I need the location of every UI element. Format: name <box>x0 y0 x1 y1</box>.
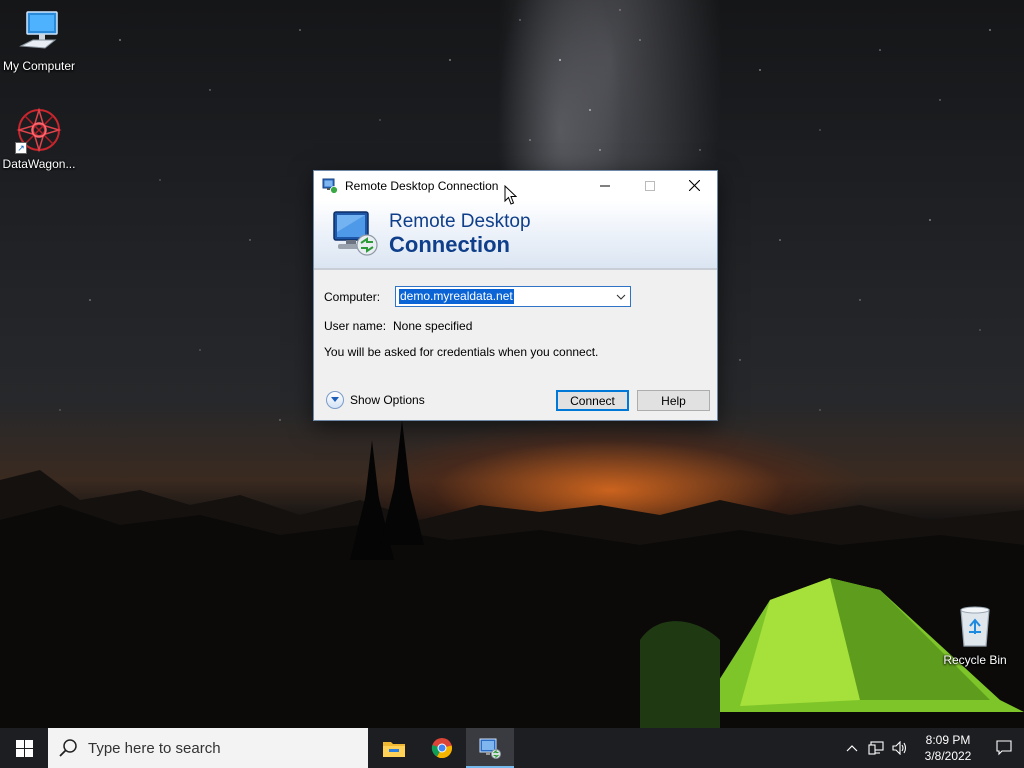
chevron-down-icon[interactable] <box>616 292 626 302</box>
remote-desktop-icon <box>322 178 338 194</box>
help-button[interactable]: Help <box>637 390 710 411</box>
mouse-cursor-icon <box>504 185 517 205</box>
remote-desktop-icon <box>479 738 501 759</box>
system-tray: 8:09 PM 3/8/2022 <box>840 728 1024 768</box>
username-label: User name: <box>324 319 387 333</box>
search-placeholder: Type here to search <box>88 739 221 757</box>
dialog-body: Computer: demo.myrealdata.net User name:… <box>314 270 717 420</box>
recycle-bin-icon <box>951 602 999 650</box>
maximize-icon <box>644 180 655 191</box>
computer-combobox[interactable]: demo.myrealdata.net <box>395 286 631 307</box>
close-button[interactable] <box>672 171 717 200</box>
computer-value[interactable]: demo.myrealdata.net <box>399 289 514 304</box>
search-icon <box>59 739 77 757</box>
chevron-up-icon <box>846 745 858 752</box>
desktop-icon-recycle-bin[interactable]: Recycle Bin <box>936 602 1014 667</box>
chrome-icon <box>431 738 453 759</box>
action-center-button[interactable] <box>984 728 1024 768</box>
connect-button[interactable]: Connect <box>556 390 629 411</box>
expand-options-icon <box>326 391 344 409</box>
taskbar-file-explorer[interactable] <box>370 728 418 768</box>
datawagon-icon: ↗ <box>15 106 63 154</box>
start-button[interactable] <box>0 728 48 768</box>
dialog-title: Remote Desktop Connection <box>345 178 499 193</box>
clock-date: 3/8/2022 <box>924 749 972 763</box>
desktop-icon-label: DataWagon... <box>2 157 76 171</box>
minimize-button[interactable] <box>582 171 627 200</box>
remote-desktop-dialog: Remote Desktop Connection Remote Desktop… <box>313 170 718 421</box>
computer-icon <box>15 8 63 56</box>
notification-icon <box>996 740 1012 756</box>
tray-volume[interactable] <box>888 728 912 768</box>
desktop-icon-label: Recycle Bin <box>943 653 1007 667</box>
network-icon <box>868 741 884 755</box>
shortcut-arrow-icon: ↗ <box>15 142 27 154</box>
taskbar-remote-desktop[interactable] <box>466 728 514 768</box>
taskbar-chrome[interactable] <box>418 728 466 768</box>
close-icon <box>689 180 700 191</box>
banner-title-line2: Connection <box>389 232 510 257</box>
banner-title-line1: Remote Desktop <box>389 211 531 232</box>
credentials-note: You will be asked for credentials when y… <box>324 345 599 359</box>
desktop-icon-my-computer[interactable]: My Computer <box>0 8 78 73</box>
desktop-icon-label: My Computer <box>2 59 76 73</box>
taskbar-search-box[interactable]: Type here to search <box>48 728 368 768</box>
tray-chevron-up[interactable] <box>840 728 864 768</box>
computer-label: Computer: <box>324 290 381 304</box>
volume-icon <box>892 741 907 755</box>
remote-desktop-logo-icon <box>333 211 378 256</box>
tray-network[interactable] <box>864 728 888 768</box>
username-value: None specified <box>393 319 473 333</box>
file-explorer-icon <box>383 742 405 757</box>
desktop-icon-datawagon[interactable]: ↗ DataWagon... <box>0 106 78 171</box>
taskbar: Type here to search 8:09 PM 3/8/2022 <box>0 728 1024 768</box>
taskbar-clock[interactable]: 8:09 PM 3/8/2022 <box>918 732 978 764</box>
dialog-banner: Remote Desktop Connection <box>314 200 717 270</box>
maximize-button <box>627 171 672 200</box>
show-options-toggle[interactable]: Show Options <box>326 391 425 409</box>
show-options-label: Show Options <box>350 393 425 407</box>
clock-time: 8:09 PM <box>925 733 971 747</box>
windows-logo-icon <box>15 739 33 757</box>
minimize-icon <box>599 185 610 186</box>
